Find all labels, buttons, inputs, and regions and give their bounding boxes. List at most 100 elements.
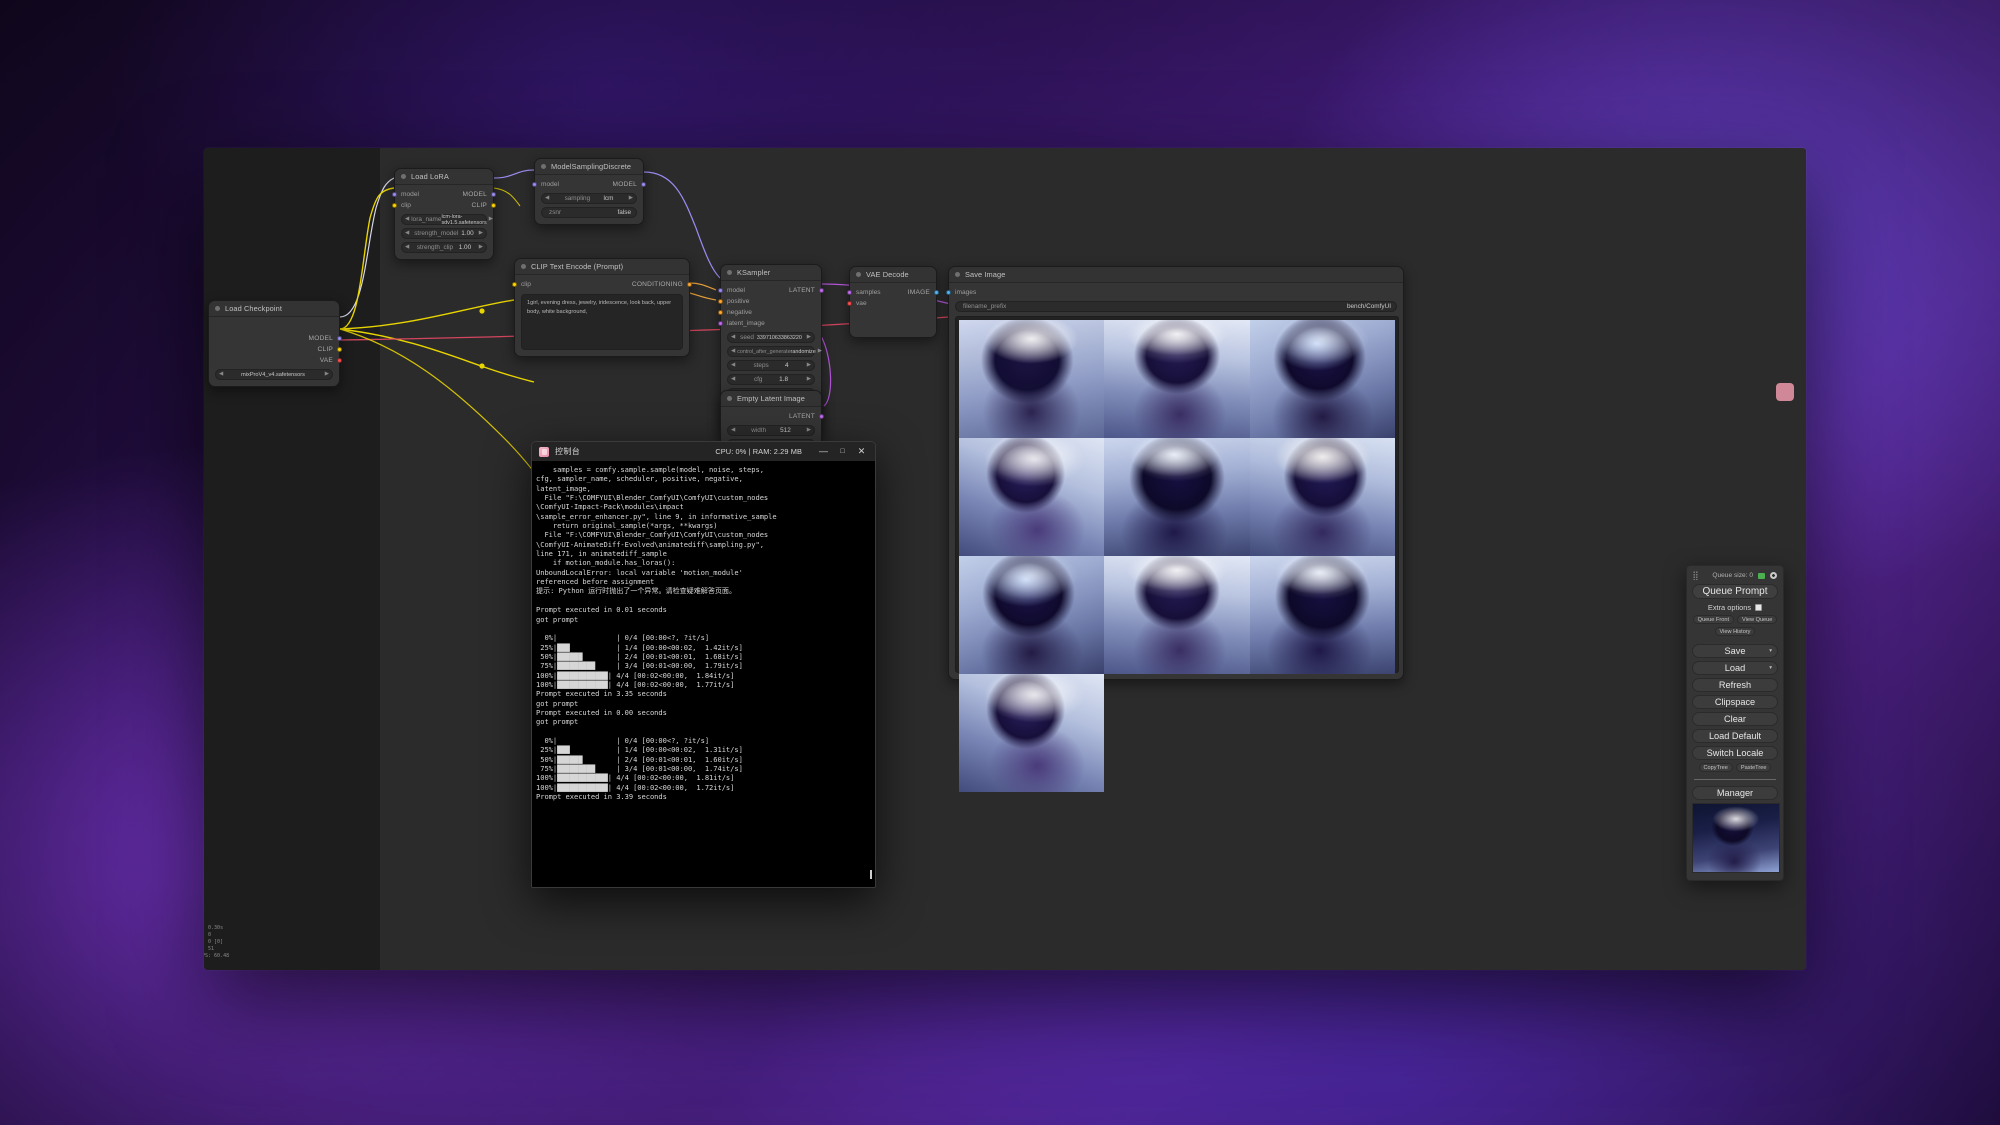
latent-input-dot[interactable] (718, 321, 723, 326)
port-row-model[interactable]: model MODEL (392, 189, 496, 200)
vae-port-dot[interactable] (337, 358, 342, 363)
gear-icon[interactable] (1770, 572, 1777, 579)
chevron-right-icon[interactable]: ▶ (489, 216, 493, 223)
clip-input-dot[interactable] (392, 203, 397, 208)
gallery-thumb[interactable] (1104, 438, 1250, 556)
port-row-images[interactable]: images (946, 287, 1397, 298)
collapse-icon[interactable] (541, 164, 546, 169)
model-output-dot[interactable] (641, 182, 646, 187)
node-model-sampling-discrete[interactable]: ModelSamplingDiscrete model MODEL ◀ samp… (532, 158, 646, 225)
console-window[interactable]: 控制台 CPU: 0% | RAM: 2.29 MB — □ ✕ samples… (531, 441, 876, 888)
prompt-textarea[interactable]: 1girl, evening dress, jewelry, iridescen… (521, 294, 683, 350)
edge-badge[interactable] (1776, 383, 1794, 401)
node-title-bar[interactable]: CLIP Text Encode (Prompt) (515, 259, 689, 275)
widget-filename-prefix[interactable]: filename_prefix bench/ComfyUI (955, 301, 1397, 312)
port-row-samples[interactable]: samples IMAGE (847, 287, 939, 298)
collapse-icon[interactable] (401, 174, 406, 179)
view-queue-button[interactable]: View Queue (1737, 615, 1778, 624)
output-port-model[interactable]: MODEL (215, 333, 342, 344)
widget-steps[interactable]: ◀ steps 4 ▶ (727, 360, 815, 371)
conditioning-output-dot[interactable] (687, 282, 692, 287)
port-row-model[interactable]: model LATENT (718, 285, 824, 296)
copy-tree-button[interactable]: CopyTree (1698, 763, 1733, 772)
close-icon[interactable]: ✕ (852, 442, 871, 461)
chevron-down-icon[interactable]: ▾ (1769, 648, 1772, 654)
widget-zsnr[interactable]: zsnr false (541, 207, 637, 218)
widget-cfg[interactable]: ◀ cfg 1.8 ▶ (727, 374, 815, 385)
gallery-thumb[interactable] (1249, 320, 1395, 438)
gallery-thumb[interactable] (1104, 556, 1250, 674)
node-title-bar[interactable]: ModelSamplingDiscrete (535, 159, 643, 175)
chevron-left-icon[interactable]: ◀ (731, 334, 735, 341)
collapse-icon[interactable] (727, 396, 732, 401)
chevron-left-icon[interactable]: ◀ (731, 376, 735, 383)
node-save-image[interactable]: Save Image images filename_prefix bench/… (946, 266, 1404, 792)
clear-button[interactable]: Clear (1692, 712, 1778, 726)
gallery-thumb[interactable] (1249, 556, 1395, 674)
model-output-dot[interactable] (491, 192, 496, 197)
port-row-latent-image[interactable]: latent_image (718, 318, 815, 329)
node-title-bar[interactable]: Save Image (949, 267, 1403, 283)
chevron-left-icon[interactable]: ◀ (731, 427, 735, 434)
collapse-icon[interactable] (856, 272, 861, 277)
images-input-dot[interactable] (946, 290, 951, 295)
view-history-button[interactable]: View History (1714, 627, 1756, 636)
console-output-area[interactable]: samples = comfy.sample.sample(model, noi… (532, 461, 875, 887)
chevron-right-icon[interactable]: ▶ (818, 348, 822, 355)
gallery-thumb[interactable] (1249, 438, 1395, 556)
chevron-right-icon[interactable]: ▶ (325, 371, 329, 378)
collapse-icon[interactable] (955, 272, 960, 277)
clip-output-dot[interactable] (491, 203, 496, 208)
queue-front-button[interactable]: Queue Front (1692, 615, 1735, 624)
paste-tree-button[interactable]: PasteTree (1735, 763, 1772, 772)
port-row-negative[interactable]: negative (718, 307, 815, 318)
collapse-icon[interactable] (215, 306, 220, 311)
negative-input-dot[interactable] (718, 310, 723, 315)
widget-seed[interactable]: ◀ seed 339710633863220 ▶ (727, 332, 815, 343)
clip-input-dot[interactable] (512, 282, 517, 287)
chevron-right-icon[interactable]: ▶ (807, 334, 811, 341)
save-button[interactable]: Save ▾ (1692, 644, 1778, 658)
status-indicator-icon[interactable] (1758, 572, 1765, 579)
switch-locale-button[interactable]: Switch Locale (1692, 746, 1778, 760)
chevron-left-icon[interactable]: ◀ (731, 362, 735, 369)
node-title-bar[interactable]: Load Checkpoint (209, 301, 339, 317)
port-row-clip[interactable]: clip CONDITIONING (512, 279, 692, 290)
output-port-latent[interactable]: LATENT (727, 411, 824, 422)
preview-thumbnail[interactable] (1692, 803, 1780, 873)
widget-lora-name[interactable]: ◀ lora_name lcm-lora-sdv1.5.safetensors … (401, 214, 493, 226)
chevron-right-icon[interactable]: ▶ (629, 195, 633, 202)
console-title-bar[interactable]: 控制台 CPU: 0% | RAM: 2.29 MB — □ ✕ (532, 442, 875, 461)
output-port-vae[interactable]: VAE (215, 355, 342, 366)
vae-input-dot[interactable] (847, 301, 852, 306)
node-title-bar[interactable]: VAE Decode (850, 267, 936, 283)
port-row-vae[interactable]: vae (847, 298, 930, 309)
extra-options-checkbox[interactable] (1755, 604, 1763, 611)
load-button[interactable]: Load ▾ (1692, 661, 1778, 675)
widget-strength-clip[interactable]: ◀ strength_clip 1.00 ▶ (401, 242, 487, 253)
manager-button[interactable]: Manager (1692, 786, 1778, 800)
node-load-checkpoint[interactable]: Load Checkpoint MODEL CLIP VAE ◀ mixProV… (208, 300, 342, 387)
node-vae-decode[interactable]: VAE Decode samples IMAGE vae (847, 266, 939, 338)
extra-options-row[interactable]: Extra options (1692, 603, 1778, 612)
model-input-dot[interactable] (392, 192, 397, 197)
widget-ckpt-name[interactable]: ◀ mixProV4_v4.safetensors ▶ (215, 369, 333, 380)
samples-input-dot[interactable] (847, 290, 852, 295)
gallery-thumb[interactable] (959, 438, 1105, 556)
minimize-icon[interactable]: — (814, 442, 833, 461)
port-row-positive[interactable]: positive (718, 296, 815, 307)
chevron-right-icon[interactable]: ▶ (807, 376, 811, 383)
chevron-left-icon[interactable]: ◀ (219, 371, 223, 378)
collapse-icon[interactable] (727, 270, 732, 275)
chevron-left-icon[interactable]: ◀ (405, 244, 409, 251)
refresh-button[interactable]: Refresh (1692, 678, 1778, 692)
gallery-thumb[interactable] (959, 556, 1105, 674)
latent-output-dot[interactable] (819, 414, 824, 419)
chevron-right-icon[interactable]: ▶ (807, 362, 811, 369)
gallery-thumb[interactable] (959, 320, 1105, 438)
model-input-dot[interactable] (532, 182, 537, 187)
gallery-thumb[interactable] (959, 674, 1105, 792)
image-output-dot[interactable] (934, 290, 939, 295)
gallery-thumb[interactable] (1104, 320, 1250, 438)
node-title-bar[interactable]: KSampler (721, 265, 821, 281)
